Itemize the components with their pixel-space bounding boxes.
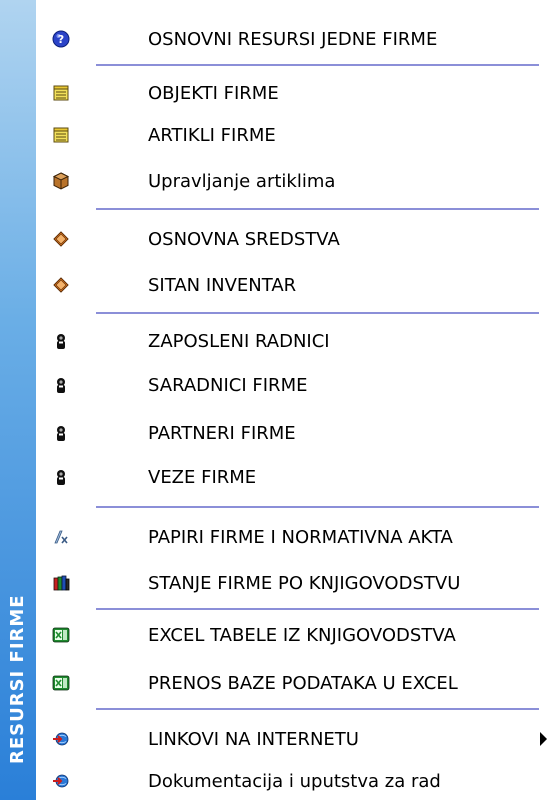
menu-item-osnovna-sredstva[interactable]: OSNOVNA SREDSTVA [36, 220, 549, 256]
folder-notepad-icon [52, 84, 70, 102]
menu-separator [96, 708, 539, 710]
excel-icon [52, 626, 70, 644]
menu-item-partneri-firme[interactable]: PARTNERI FIRME [36, 414, 549, 450]
menu-item-saradnici-firme[interactable]: SARADNICI FIRME [36, 366, 549, 402]
menu-separator [96, 608, 539, 610]
person-icon [52, 468, 70, 486]
book-icon [52, 230, 70, 248]
menu-item-label: PARTNERI FIRME [148, 423, 296, 444]
menu-separator [96, 208, 539, 210]
menu-separator [96, 64, 539, 66]
menu-separator [96, 312, 539, 314]
folder-notepad-icon [52, 126, 70, 144]
menu-separator [96, 506, 539, 508]
menu-item-label: SARADNICI FIRME [148, 375, 308, 396]
box-icon [52, 172, 70, 190]
menu-sidebar: RESURSI FIRME [0, 0, 36, 800]
context-menu: RESURSI FIRME ? OSNOVNI RESURSI JEDNE FI… [0, 0, 549, 800]
menu-item-label: OBJEKTI FIRME [148, 83, 279, 104]
person-icon [52, 332, 70, 350]
menu-item-sitan-inventar[interactable]: SITAN INVENTAR [36, 266, 549, 302]
menu-item-veze-firme[interactable]: VEZE FIRME [36, 458, 549, 494]
menu-item-label: OSNOVNI RESURSI JEDNE FIRME [148, 29, 438, 50]
sidebar-title: RESURSI FIRME [7, 594, 28, 764]
menu-item-label: PAPIRI FIRME I NORMATIVNA AKTA [148, 527, 453, 548]
person-icon [52, 424, 70, 442]
menu-item-label: LINKOVI NA INTERNETU [148, 729, 359, 750]
person-icon [52, 376, 70, 394]
menu-item-label: EXCEL TABELE IZ KNJIGOVODSTVA [148, 625, 456, 646]
link-icon [52, 730, 70, 748]
link-icon [52, 772, 70, 790]
help-icon: ? [52, 30, 70, 48]
menu-item-label: OSNOVNA SREDSTVA [148, 229, 340, 250]
menu-item-label: Upravljanje artiklima [148, 171, 336, 192]
menu-item-linkovi-na-internetu[interactable]: LINKOVI NA INTERNETU [36, 720, 549, 756]
menu-item-label: ARTIKLI FIRME [148, 125, 276, 146]
book-icon [52, 276, 70, 294]
menu-item-label: VEZE FIRME [148, 467, 257, 488]
menu-item-prenos-baze[interactable]: PRENOS BAZE PODATAKA U EXCEL [36, 664, 549, 700]
menu-item-stanje-firme[interactable]: STANJE FIRME PO KNJIGOVODSTVU [36, 564, 549, 600]
books-icon [52, 574, 70, 592]
submenu-arrow-icon [540, 732, 547, 746]
menu-item-label: ZAPOSLENI RADNICI [148, 331, 330, 352]
menu-item-objekti-firme[interactable]: OBJEKTI FIRME [36, 74, 549, 110]
menu-item-label: SITAN INVENTAR [148, 275, 297, 296]
menu-item-upravljanje-artiklima[interactable]: Upravljanje artiklima [36, 162, 549, 198]
menu-item-artikli-firme[interactable]: ARTIKLI FIRME [36, 116, 549, 152]
formula-icon [52, 528, 70, 546]
menu-item-papiri-firme[interactable]: PAPIRI FIRME I NORMATIVNA AKTA [36, 518, 549, 554]
menu-item-dokumentacija-i-uputstva[interactable]: Dokumentacija i uputstva za rad [36, 762, 549, 798]
svg-text:?: ? [58, 33, 64, 46]
menu-item-excel-tabele[interactable]: EXCEL TABELE IZ KNJIGOVODSTVA [36, 616, 549, 652]
menu-item-label: Dokumentacija i uputstva za rad [148, 771, 441, 792]
excel-icon [52, 674, 70, 692]
menu-item-label: PRENOS BAZE PODATAKA U EXCEL [148, 673, 458, 694]
menu-item-osnovni-resursi[interactable]: ? OSNOVNI RESURSI JEDNE FIRME [36, 20, 549, 56]
menu-item-label: STANJE FIRME PO KNJIGOVODSTVU [148, 573, 461, 594]
menu-item-zaposleni-radnici[interactable]: ZAPOSLENI RADNICI [36, 322, 549, 358]
